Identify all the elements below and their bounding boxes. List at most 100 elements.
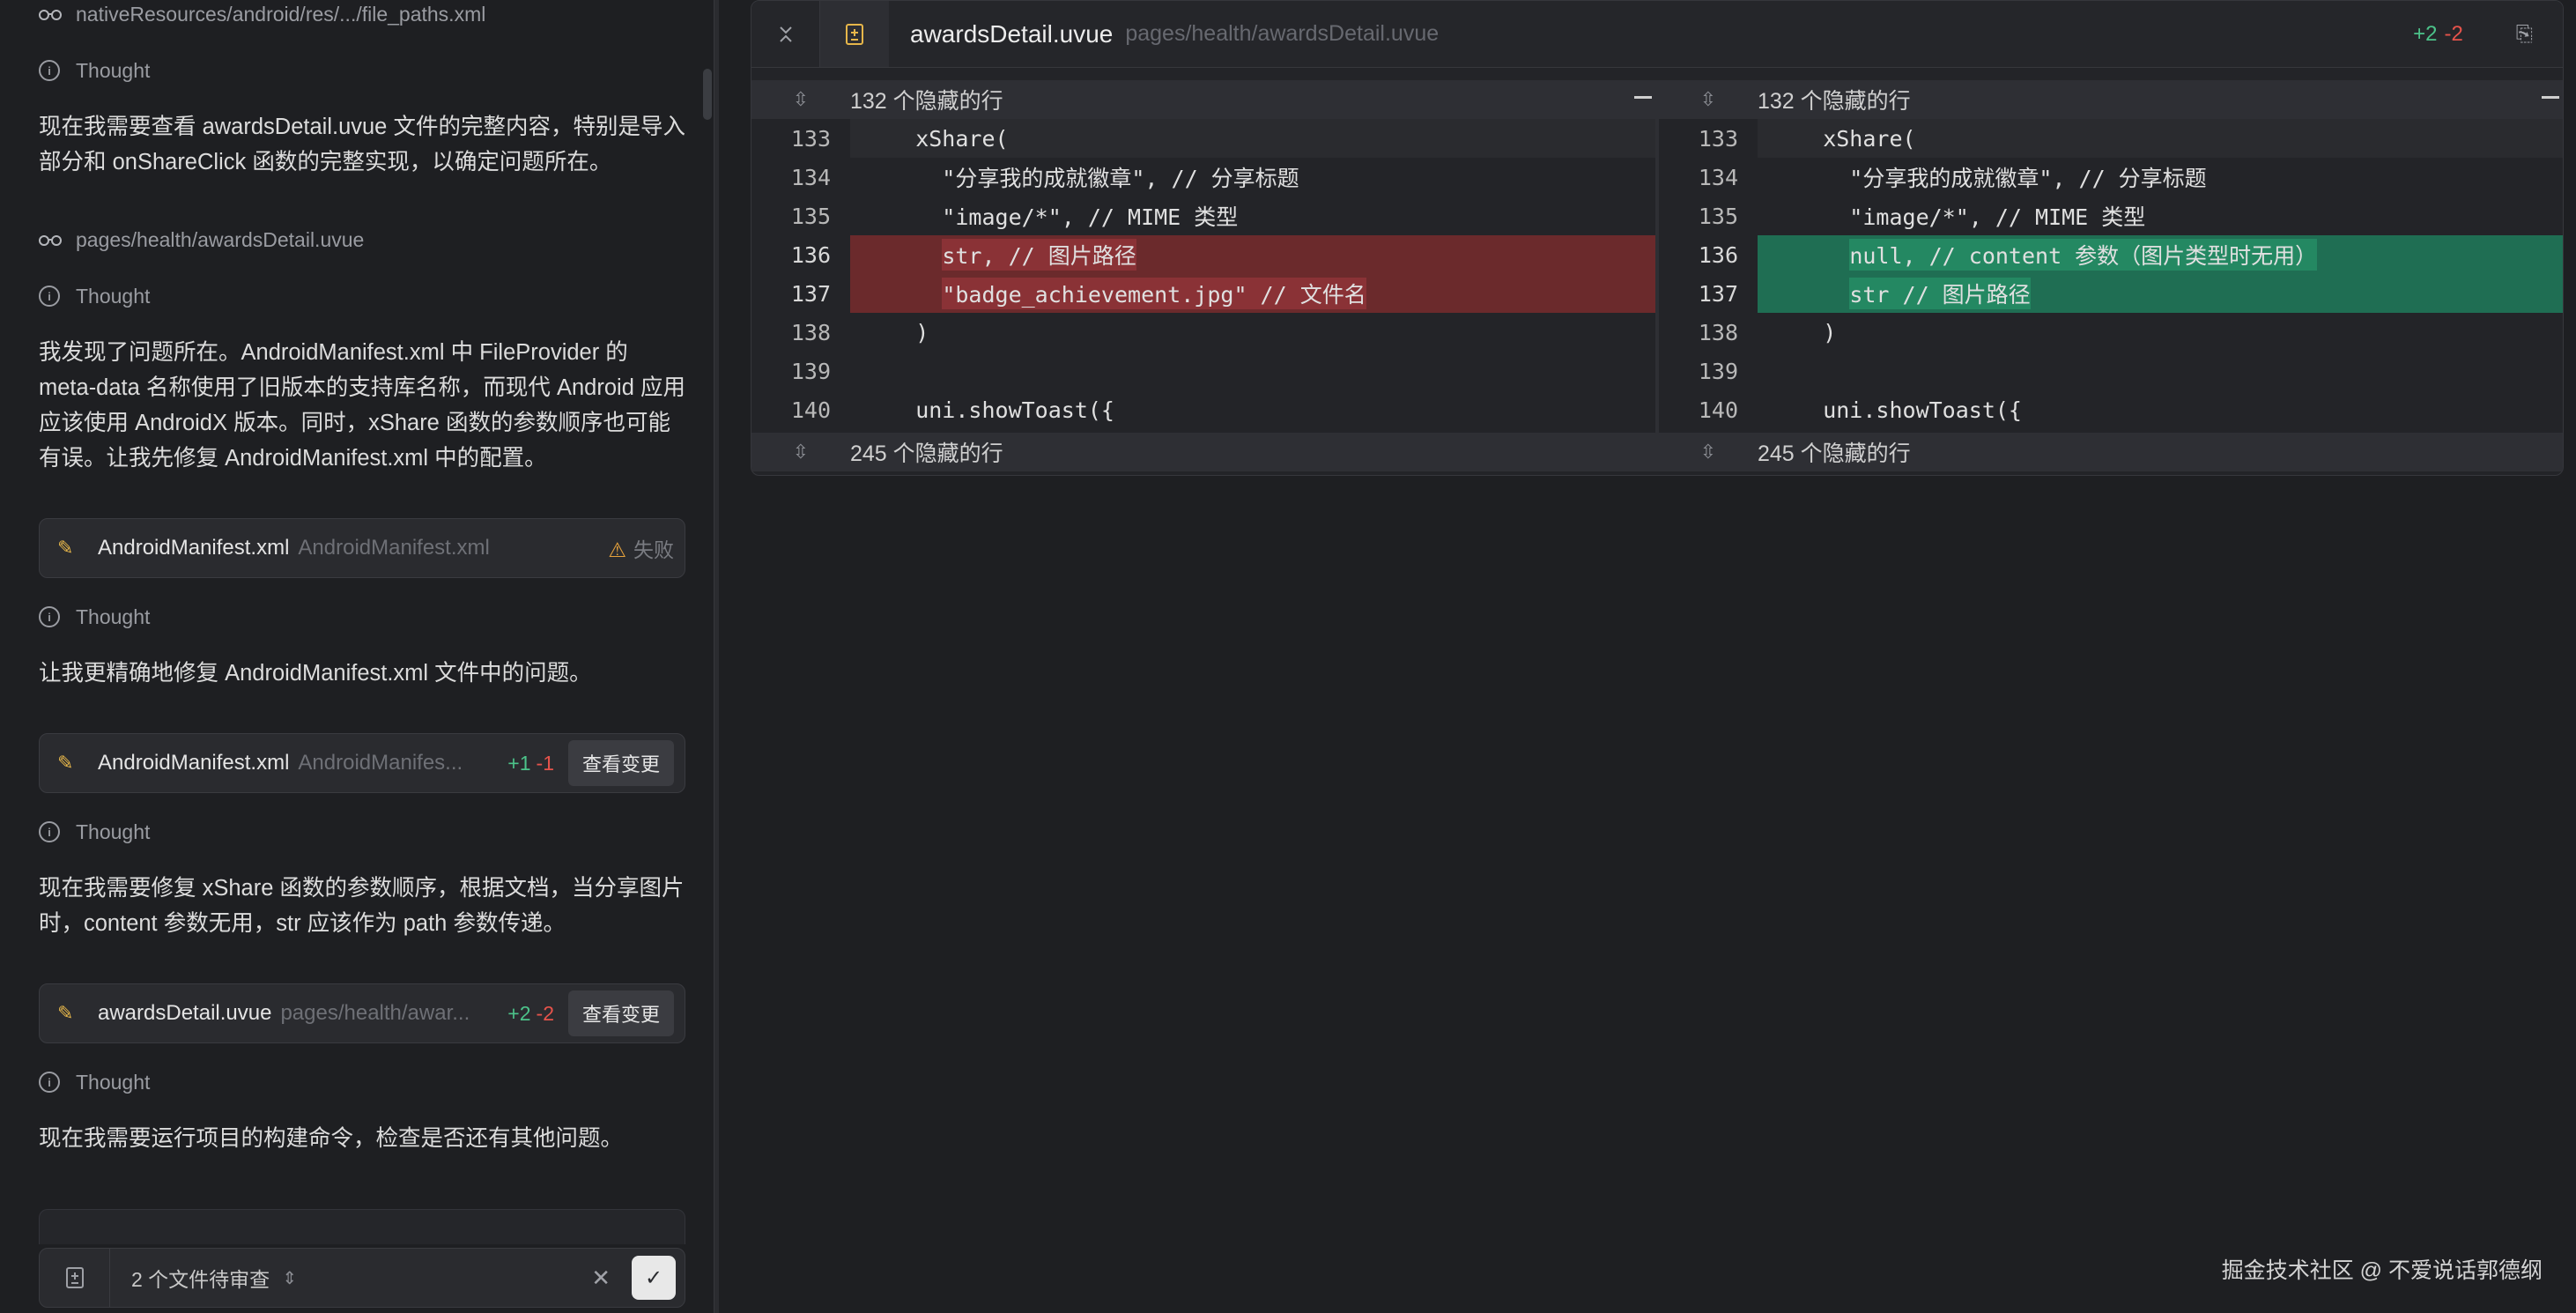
hidden-lines-label: 245 个隐藏的行	[1758, 441, 1911, 466]
line-number: 138	[790, 319, 831, 345]
line-number: 136	[1698, 241, 1738, 268]
line-number: 134	[790, 164, 831, 190]
card-file-path: AndroidManifes...	[298, 751, 463, 775]
line-number: 133	[790, 125, 831, 152]
file-diff-icon[interactable]	[40, 1249, 110, 1307]
file-edit-card[interactable]: ✎ AndroidManifest.xml AndroidManifes... …	[39, 733, 685, 793]
hidden-lines-row[interactable]: ⇳ 245 个隐藏的行	[1659, 433, 2563, 471]
chat-scrollbar[interactable]	[703, 69, 712, 120]
review-bar: 2 个文件待审查 ⇕ ✕ ✓	[39, 1248, 685, 1308]
close-icon[interactable]: ✕	[591, 1265, 611, 1292]
removed-text: str, // 图片路径	[942, 239, 1136, 271]
hidden-lines-row[interactable]: ⇳ 132 个隐藏的行	[751, 80, 1655, 119]
check-icon: ✓	[644, 1265, 663, 1290]
collapse-icon[interactable]	[751, 1, 820, 67]
line-code: null, // content 参数（图片类型时无用）	[1758, 235, 2563, 274]
accept-all-button[interactable]: ✓	[632, 1256, 676, 1300]
hidden-lines-row[interactable]: ⇳ 245 个隐藏的行	[751, 433, 1655, 471]
diff-pane-modified: ⇳ 132 个隐藏的行 133 xShare( 134 "分享我的成就徽章", /…	[1659, 80, 2563, 471]
line-code: str // 图片路径	[1758, 274, 2563, 313]
expand-icon[interactable]: ⇳	[1659, 441, 1758, 464]
line-code: "分享我的成就徽章", // 分享标题	[850, 158, 1655, 197]
hidden-lines-label: 132 个隐藏的行	[850, 89, 1003, 114]
code-text: "image/*", // MIME 类型	[1770, 204, 2146, 230]
edit-icon: ✎	[57, 1002, 74, 1024]
line-number: 138	[1698, 319, 1738, 345]
thought-icon: i	[39, 606, 60, 627]
line-number: 133	[1698, 125, 1738, 152]
card-file-name: AndroidManifest.xml	[98, 751, 290, 775]
additions-count: +2	[507, 1001, 531, 1025]
glasses-icon	[39, 228, 63, 252]
code-text: uni.showToast({	[862, 397, 1114, 423]
line-code: xShare(	[1758, 119, 2563, 158]
file-edit-card[interactable]	[39, 1209, 685, 1244]
code-line: 139	[1659, 352, 2563, 390]
minimap-marker	[1634, 96, 1652, 99]
thought-text: Thought	[76, 605, 151, 628]
diff-file-name: awardsDetail.uvue	[910, 19, 1114, 48]
expand-icon[interactable]: ⇳	[751, 88, 850, 111]
panel-divider[interactable]	[714, 0, 719, 1313]
glasses-icon	[39, 3, 63, 26]
thought-label[interactable]: i Thought	[39, 599, 150, 634]
assistant-message: 现在我需要运行项目的构建命令，检查是否还有其他问题。	[39, 1126, 624, 1151]
copy-icon[interactable]: ⎘	[2516, 22, 2533, 47]
line-code: "image/*", // MIME 类型	[1758, 197, 2563, 235]
edit-icon: ✎	[57, 752, 74, 774]
file-edit-card[interactable]: ✎ awardsDetail.uvue pages/health/awar...…	[39, 983, 685, 1043]
pending-review-label[interactable]: 2 个文件待审查	[131, 1263, 270, 1293]
file-edit-card[interactable]: ✎ AndroidManifest.xml AndroidManifest.xm…	[39, 518, 685, 578]
watermark: 掘金技术社区 @ 不爱说话郭德纲	[2221, 1258, 2543, 1283]
line-code: str, // 图片路径	[850, 235, 1655, 274]
line-number: 137	[1698, 280, 1738, 307]
line-code: )	[1758, 313, 2563, 352]
removed-line: 136 str, // 图片路径	[751, 235, 1655, 274]
file-reference-label: nativeResources/android/res/.../file_pat…	[76, 2, 486, 26]
chevron-updown-icon[interactable]: ⇕	[282, 1267, 297, 1289]
diff-file-path: pages/health/awardsDetail.uvue	[1125, 21, 1440, 46]
code-text: "分享我的成就徽章", // 分享标题	[1770, 166, 2207, 191]
thought-label[interactable]: i Thought	[39, 814, 150, 849]
line-code: "image/*", // MIME 类型	[850, 197, 1655, 235]
file-diff-icon	[820, 1, 889, 67]
thought-text: Thought	[76, 58, 151, 82]
expand-icon[interactable]: ⇳	[751, 441, 850, 464]
added-line: 136 null, // content 参数（图片类型时无用）	[1659, 235, 2563, 274]
file-reference[interactable]: pages/health/awardsDetail.uvue	[39, 222, 364, 257]
file-reference[interactable]: nativeResources/android/res/.../file_pat…	[39, 0, 485, 32]
diff-viewer: awardsDetail.uvue pages/health/awardsDet…	[751, 0, 2564, 476]
thought-label[interactable]: i Thought	[39, 1064, 150, 1100]
thought-icon: i	[39, 1072, 60, 1093]
code-text: uni.showToast({	[1770, 397, 2022, 423]
line-number: 134	[1698, 164, 1738, 190]
line-number: 139	[790, 358, 831, 384]
expand-icon[interactable]: ⇳	[1659, 88, 1758, 111]
thought-label[interactable]: i Thought	[39, 278, 150, 314]
view-changes-button[interactable]: 查看变更	[567, 990, 674, 1036]
removed-text: "badge_achievement.jpg" // 文件名	[942, 278, 1366, 309]
minimap-marker	[2542, 96, 2559, 99]
view-changes-button[interactable]: 查看变更	[567, 740, 674, 786]
status-text: 失败	[633, 538, 674, 561]
code-text: xShare(	[1770, 125, 1916, 152]
line-code: "分享我的成就徽章", // 分享标题	[1758, 158, 2563, 197]
thought-label[interactable]: i Thought	[39, 53, 150, 88]
code-line: 139	[751, 352, 1655, 390]
status-failed: ⚠ 失败	[608, 533, 674, 563]
code-line: 138 )	[751, 313, 1655, 352]
card-file-name: awardsDetail.uvue	[98, 1001, 272, 1025]
code-line: 134 "分享我的成就徽章", // 分享标题	[751, 158, 1655, 197]
line-number: 135	[1698, 203, 1738, 229]
line-code: uni.showToast({	[1758, 390, 2563, 429]
code-text: )	[1770, 319, 1837, 345]
hidden-lines-row[interactable]: ⇳ 132 个隐藏的行	[1659, 80, 2563, 119]
line-number: 137	[790, 280, 831, 307]
hidden-lines-label: 132 个隐藏的行	[1758, 89, 1911, 114]
additions-count: +2	[2413, 21, 2438, 46]
additions-count: +1	[507, 751, 531, 775]
code-line: 138 )	[1659, 313, 2563, 352]
